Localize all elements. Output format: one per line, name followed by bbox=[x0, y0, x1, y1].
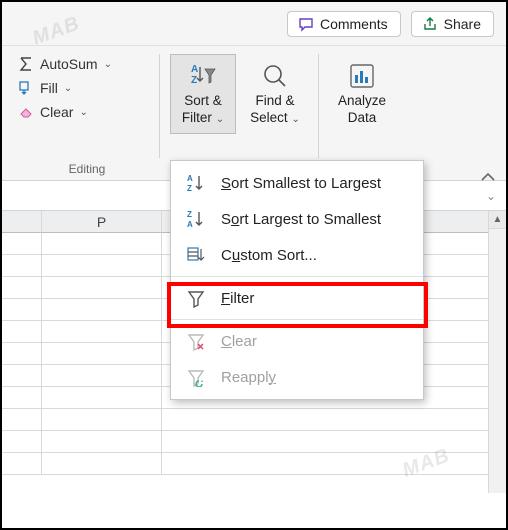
comments-button[interactable]: Comments bbox=[287, 11, 401, 37]
menu-filter[interactable]: Filter bbox=[171, 280, 423, 316]
chevron-down-icon: ⌄ bbox=[216, 114, 224, 125]
menu-separator bbox=[171, 319, 423, 320]
fill-label: Fill bbox=[40, 80, 58, 96]
sort-asc-icon: AZ bbox=[185, 173, 207, 193]
find-select-button[interactable]: Find & Select ⌄ bbox=[242, 54, 308, 134]
magnifier-icon bbox=[261, 59, 289, 93]
title-bar-right: Comments Share bbox=[2, 2, 506, 46]
clear-button[interactable]: Clear ⌄ bbox=[14, 102, 149, 122]
funnel-clear-icon bbox=[185, 331, 207, 351]
analyze-icon bbox=[347, 59, 377, 93]
sort-filter-label-1: Sort & bbox=[184, 93, 222, 110]
custom-sort-icon bbox=[185, 245, 207, 265]
menu-label: Clear bbox=[221, 333, 257, 350]
menu-reapply-filter: Reapply bbox=[171, 359, 423, 395]
autosum-button[interactable]: AutoSum ⌄ bbox=[14, 54, 149, 74]
group-label-editing: Editing bbox=[14, 162, 160, 176]
sigma-icon bbox=[18, 56, 34, 72]
chevron-down-icon: ⌄ bbox=[79, 107, 87, 118]
svg-text:A: A bbox=[187, 220, 193, 229]
sort-filter-button[interactable]: A Z Sort & Filter ⌄ bbox=[170, 54, 236, 134]
separator bbox=[318, 54, 319, 158]
sort-filter-icon: A Z bbox=[188, 59, 218, 93]
svg-text:A: A bbox=[191, 64, 198, 75]
chevron-down-icon: ⌄ bbox=[104, 59, 112, 70]
sort-desc-icon: ZA bbox=[185, 209, 207, 229]
menu-label: Sort Largest to Smallest bbox=[221, 211, 381, 228]
analyze-label-1: Analyze bbox=[338, 93, 386, 110]
share-button[interactable]: Share bbox=[411, 11, 494, 37]
menu-clear-filter: Clear bbox=[171, 323, 423, 359]
svg-text:Z: Z bbox=[191, 75, 197, 86]
share-label: Share bbox=[444, 16, 481, 32]
menu-label: Filter bbox=[221, 290, 254, 307]
funnel-reapply-icon bbox=[185, 367, 207, 387]
fill-down-icon bbox=[18, 80, 34, 96]
eraser-icon bbox=[18, 104, 34, 120]
comments-label: Comments bbox=[320, 16, 388, 32]
svg-text:A: A bbox=[187, 174, 193, 183]
find-select-label-1: Find & bbox=[255, 93, 294, 110]
formula-expand-icon[interactable]: ⌄ bbox=[486, 189, 496, 203]
chevron-down-icon: ⌄ bbox=[64, 83, 72, 94]
menu-label: Reapply bbox=[221, 369, 276, 386]
chevron-down-icon: ⌄ bbox=[291, 114, 299, 125]
svg-text:Z: Z bbox=[187, 184, 192, 193]
comment-icon bbox=[298, 16, 314, 32]
clear-label: Clear bbox=[40, 104, 73, 120]
fill-button[interactable]: Fill ⌄ bbox=[14, 78, 149, 98]
funnel-icon bbox=[185, 288, 207, 308]
share-icon bbox=[422, 16, 438, 32]
separator bbox=[159, 54, 160, 158]
menu-label: Sort Smallest to Largest bbox=[221, 175, 381, 192]
collapse-ribbon-button[interactable] bbox=[480, 170, 496, 187]
sort-filter-menu: AZ Sort Smallest to Largest ZA Sort Larg… bbox=[170, 160, 424, 400]
menu-custom-sort[interactable]: Custom Sort... bbox=[171, 237, 423, 273]
find-select-label-2: Select bbox=[250, 110, 288, 125]
sort-filter-label-2: Filter bbox=[182, 110, 212, 125]
column-header-p[interactable]: P bbox=[42, 211, 162, 233]
menu-sort-asc[interactable]: AZ Sort Smallest to Largest bbox=[171, 165, 423, 201]
scroll-up-button[interactable]: ▲ bbox=[489, 211, 506, 229]
autosum-label: AutoSum bbox=[40, 56, 98, 72]
menu-separator bbox=[171, 276, 423, 277]
column-header[interactable] bbox=[2, 211, 42, 233]
vertical-scrollbar[interactable]: ▲ bbox=[488, 211, 506, 493]
analyze-label-2: Data bbox=[348, 110, 377, 127]
menu-label: Custom Sort... bbox=[221, 247, 317, 264]
analyze-data-button[interactable]: Analyze Data bbox=[329, 54, 395, 134]
menu-sort-desc[interactable]: ZA Sort Largest to Smallest bbox=[171, 201, 423, 237]
svg-text:Z: Z bbox=[187, 210, 192, 219]
editing-group: AutoSum ⌄ Fill ⌄ Clear ⌄ bbox=[14, 54, 149, 122]
